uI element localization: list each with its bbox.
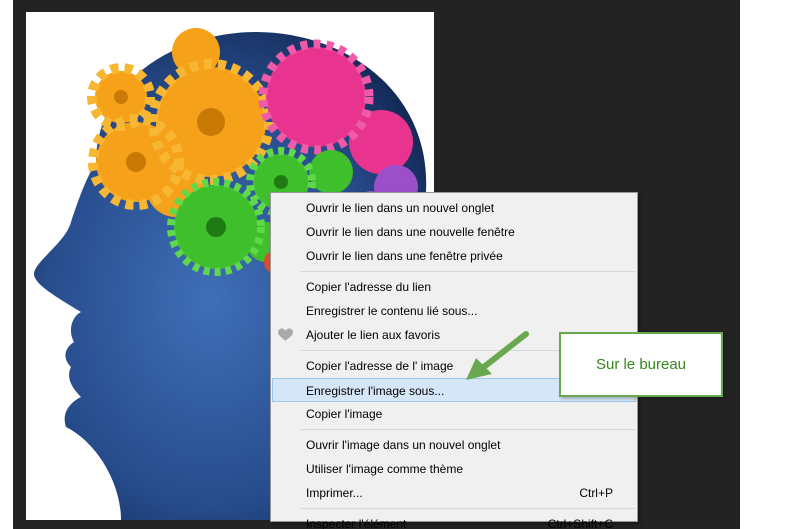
menu-separator	[301, 271, 635, 272]
menu-item-copy-image[interactable]: Copier l'image	[271, 402, 637, 426]
menu-item-label: Copier l'adresse de l' image	[306, 359, 454, 373]
menu-item-label: Copier l'adresse du lien	[306, 280, 432, 294]
menu-separator	[301, 429, 635, 430]
menu-item-label: Ajouter le lien aux favoris	[306, 328, 441, 342]
menu-item-copy-link-address[interactable]: Copier l'adresse du lien	[271, 275, 637, 299]
menu-item-open-link-private-window[interactable]: Ouvrir le lien dans une fenêtre privée	[271, 244, 637, 268]
menu-item-open-link-new-window[interactable]: Ouvrir le lien dans une nouvelle fenêtre	[271, 220, 637, 244]
menu-separator	[301, 508, 635, 509]
menu-item-label: Imprimer...	[306, 486, 363, 500]
menu-item-label: Ouvrir le lien dans une fenêtre privée	[306, 249, 503, 263]
menu-item-label: Ouvrir l'image dans un nouvel onglet	[306, 438, 501, 452]
page-margin	[740, 0, 787, 529]
menu-item-print[interactable]: Imprimer... Ctrl+P	[271, 481, 637, 505]
menu-item-label: Utiliser l'image comme thème	[306, 462, 464, 476]
menu-item-inspect-element[interactable]: Inspecter l'élément Ctrl+Shift+C	[271, 512, 637, 529]
menu-item-shortcut: Ctrl+Shift+C	[547, 517, 613, 529]
callout-text: Sur le bureau	[595, 356, 687, 373]
menu-item-label: Copier l'image	[306, 407, 383, 421]
menu-item-label: Inspecter l'élément	[306, 517, 407, 529]
menu-item-shortcut: Ctrl+P	[579, 486, 613, 500]
menu-item-label: Enregistrer l'image sous...	[306, 384, 445, 398]
heart-icon	[278, 328, 293, 341]
pointer-arrow-icon	[466, 331, 529, 380]
menu-item-use-image-as-theme[interactable]: Utiliser l'image comme thème	[271, 457, 637, 481]
menu-item-open-image-new-tab[interactable]: Ouvrir l'image dans un nouvel onglet	[271, 433, 637, 457]
menu-item-label: Ouvrir le lien dans une nouvelle fenêtre	[306, 225, 515, 239]
menu-item-label: Ouvrir le lien dans un nouvel onglet	[306, 201, 495, 215]
menu-item-open-link-new-tab[interactable]: Ouvrir le lien dans un nouvel onglet	[271, 196, 637, 220]
callout-box: Sur le bureau	[559, 332, 723, 397]
menu-item-label: Enregistrer le contenu lié sous...	[306, 304, 478, 318]
menu-item-save-linked-content[interactable]: Enregistrer le contenu lié sous...	[271, 299, 637, 323]
